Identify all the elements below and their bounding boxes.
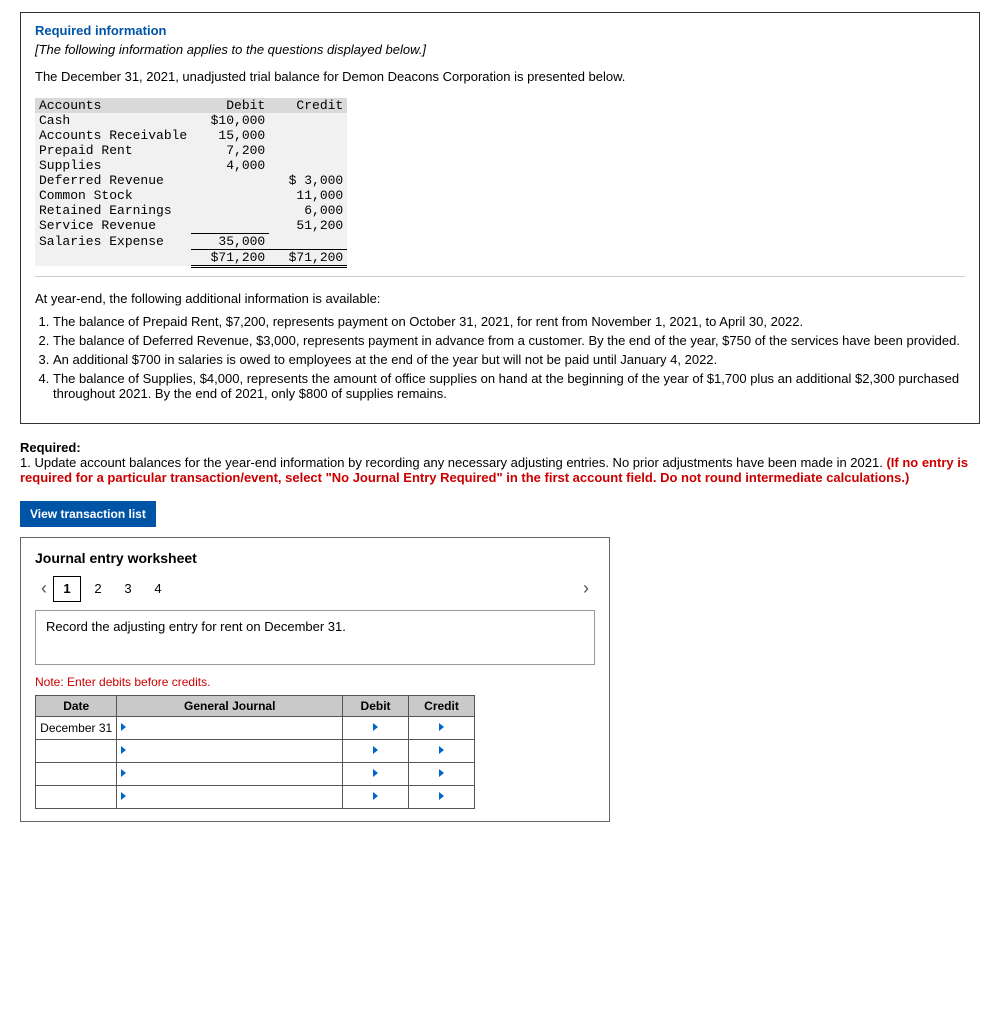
gj-header-credit: Credit [409,695,475,716]
tb-credit: 11,000 [269,188,347,203]
credit-input[interactable] [413,789,470,805]
tb-total-debit: $71,200 [191,249,269,266]
dropdown-handle-icon [373,769,378,777]
debit-input[interactable] [347,766,404,782]
tb-credit [269,128,347,143]
facts-list: The balance of Prepaid Rent, $7,200, rep… [53,314,965,401]
table-row [36,762,475,785]
tb-acct: Deferred Revenue [35,173,191,188]
tb-credit [269,233,347,249]
tb-debit [191,173,269,188]
tb-header-accounts: Accounts [35,98,191,113]
step-tab-4[interactable]: 4 [145,577,171,601]
tb-header-debit: Debit [191,98,269,113]
fact-item: The balance of Deferred Revenue, $3,000,… [53,333,965,348]
required-label: Required: [20,440,980,455]
tb-credit [269,113,347,128]
note-text: Note: Enter debits before credits. [35,675,595,689]
dropdown-handle-icon [439,746,444,754]
tb-credit: 6,000 [269,203,347,218]
account-input[interactable] [121,789,338,805]
dropdown-handle-icon [121,769,126,777]
required-info-heading: Required information [35,23,965,38]
step-instruction: Record the adjusting entry for rent on D… [35,610,595,665]
gj-header-debit: Debit [343,695,409,716]
gj-header-date: Date [36,695,117,716]
tb-acct: Accounts Receivable [35,128,191,143]
tb-total-credit: $71,200 [269,249,347,266]
gj-header-account: General Journal [117,695,343,716]
tb-credit: 51,200 [269,218,347,233]
tb-debit: 7,200 [191,143,269,158]
required-text-lead: 1. Update account balances for the year-… [20,455,886,470]
tb-debit [191,188,269,203]
dropdown-handle-icon [373,723,378,731]
tb-header-credit: Credit [269,98,347,113]
dropdown-handle-icon [373,746,378,754]
instructions-italic: [The following information applies to th… [35,42,965,57]
table-row [36,739,475,762]
tb-acct: Service Revenue [35,218,191,233]
tb-debit [191,203,269,218]
divider [35,276,965,277]
tb-debit: 4,000 [191,158,269,173]
tb-debit: 15,000 [191,128,269,143]
available-intro: At year-end, the following additional in… [35,291,965,306]
trial-balance-table: Accounts Debit Credit Cash$10,000 Accoun… [35,98,965,268]
tb-acct: Cash [35,113,191,128]
dropdown-handle-icon [439,769,444,777]
tb-acct: Prepaid Rent [35,143,191,158]
tb-debit [191,218,269,233]
debit-input[interactable] [347,720,404,736]
step-tab-2[interactable]: 2 [85,577,111,601]
credit-input[interactable] [413,720,470,736]
account-input[interactable] [121,720,338,736]
dropdown-handle-icon [439,792,444,800]
account-input[interactable] [121,743,338,759]
credit-input[interactable] [413,766,470,782]
step-tabs: 1 2 3 4 [53,576,175,602]
table-row [36,785,475,808]
tb-acct: Salaries Expense [35,233,191,249]
dropdown-handle-icon [439,723,444,731]
tb-acct: Common Stock [35,188,191,203]
tb-credit: $ 3,000 [269,173,347,188]
date-cell: December 31 [36,716,117,739]
account-input[interactable] [121,766,338,782]
dropdown-handle-icon [121,723,126,731]
problem-info-box: Required information [The following info… [20,12,980,424]
general-journal-table: Date General Journal Debit Credit Decemb… [35,695,475,809]
tb-debit: $10,000 [191,113,269,128]
worksheet-title: Journal entry worksheet [35,550,595,566]
view-transaction-list-button[interactable]: View transaction list [20,501,156,527]
fact-item: An additional $700 in salaries is owed t… [53,352,965,367]
step-tab-3[interactable]: 3 [115,577,141,601]
table-row: December 31 [36,716,475,739]
tb-debit: 35,000 [191,233,269,249]
fact-item: The balance of Prepaid Rent, $7,200, rep… [53,314,965,329]
required-text: 1. Update account balances for the year-… [20,455,980,485]
tb-acct: Retained Earnings [35,203,191,218]
dropdown-handle-icon [373,792,378,800]
credit-input[interactable] [413,743,470,759]
dropdown-handle-icon [121,792,126,800]
tb-credit [269,158,347,173]
chevron-left-icon[interactable]: ‹ [35,578,53,599]
intro-text: The December 31, 2021, unadjusted trial … [35,69,965,84]
tb-acct: Supplies [35,158,191,173]
journal-worksheet: Journal entry worksheet ‹ 1 2 3 4 › Reco… [20,537,610,822]
dropdown-handle-icon [121,746,126,754]
tb-credit [269,143,347,158]
chevron-right-icon[interactable]: › [577,578,595,599]
fact-item: The balance of Supplies, $4,000, represe… [53,371,965,401]
debit-input[interactable] [347,743,404,759]
step-tab-1[interactable]: 1 [53,576,81,602]
debit-input[interactable] [347,789,404,805]
